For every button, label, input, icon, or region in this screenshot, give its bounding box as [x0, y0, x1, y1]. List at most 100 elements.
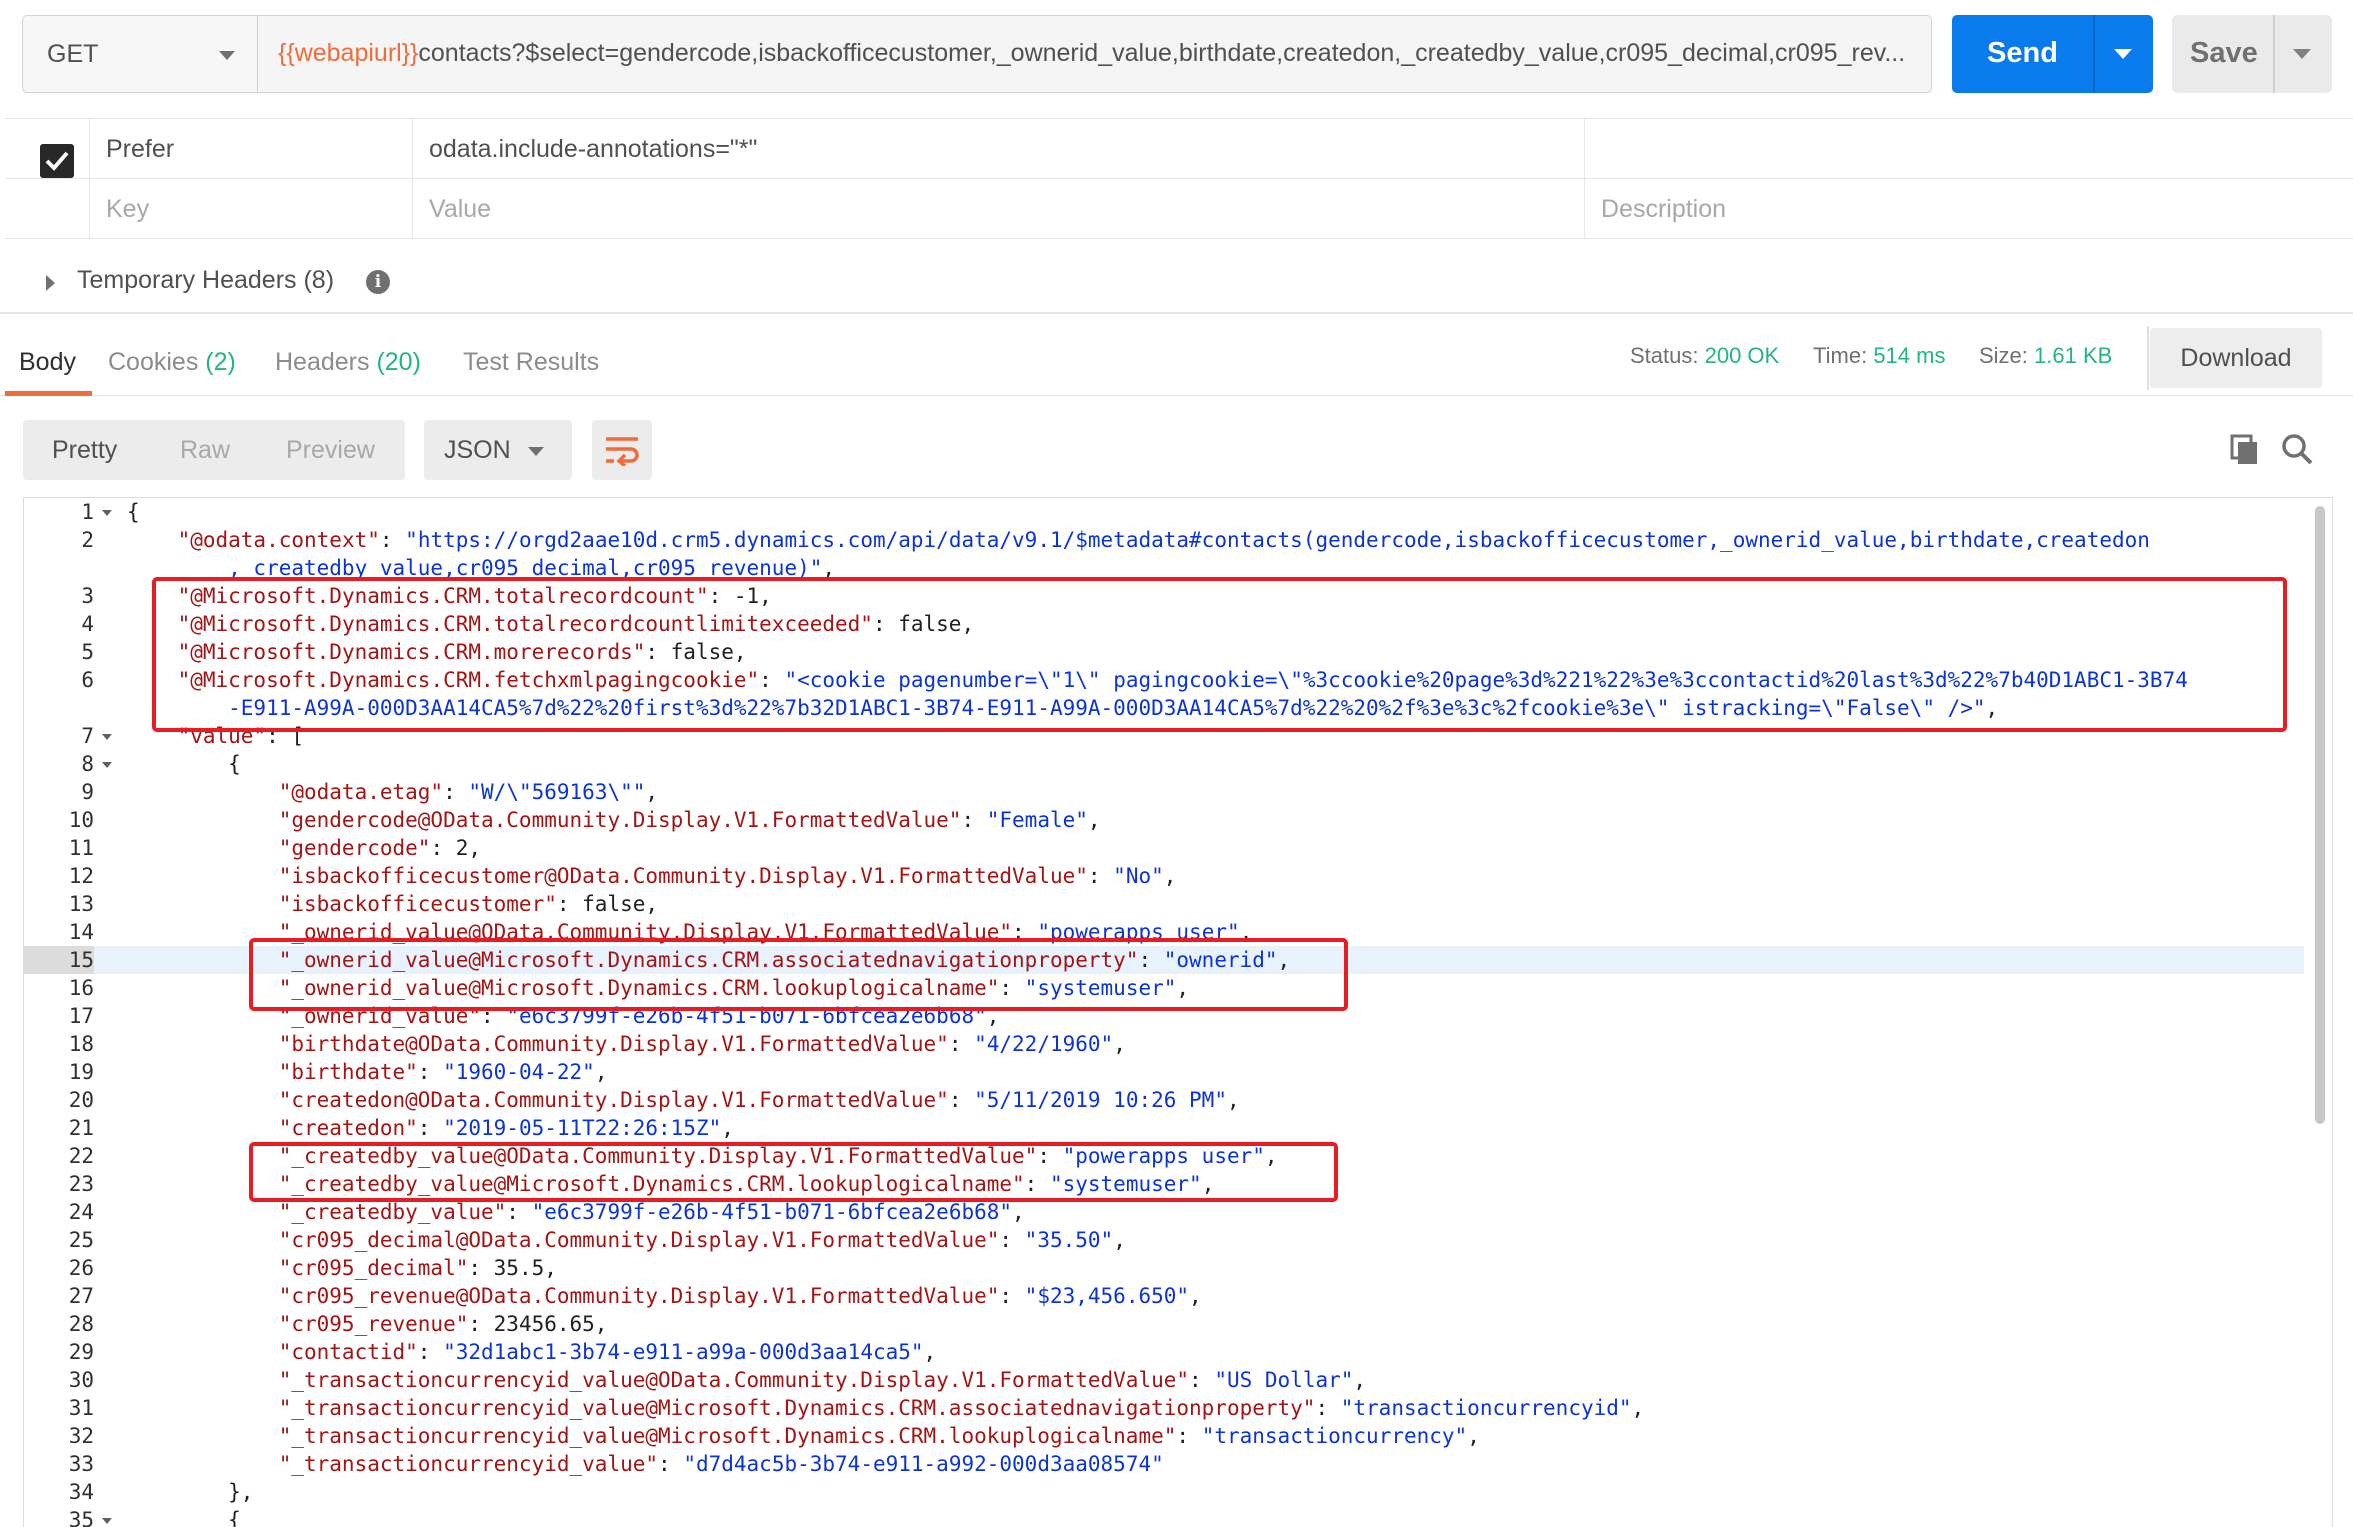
json-text: {	[127, 1508, 241, 1527]
json-text: :	[1315, 1396, 1341, 1420]
line-number: 1	[81, 500, 94, 524]
json-text	[127, 1200, 279, 1224]
description-input[interactable]: Description	[1585, 179, 2353, 239]
line-text: "cr095_decimal": 35.5,	[127, 1254, 557, 1282]
line-number: 6	[81, 668, 94, 692]
json-string: "5/11/2019 10:26 PM"	[974, 1088, 1227, 1112]
line-number: 5	[81, 640, 94, 664]
line-text: "birthdate": "1960-04-22",	[127, 1058, 608, 1086]
url-input[interactable]: {{webapiurl}}contacts?$select=gendercode…	[257, 15, 1932, 93]
line-number: 27	[68, 1284, 94, 1308]
line-number: 28	[68, 1312, 94, 1336]
tab-label: Cookies	[108, 348, 199, 376]
fold-toggle-icon[interactable]	[102, 510, 112, 516]
search-icon[interactable]	[2281, 433, 2313, 465]
key-input[interactable]: Key	[90, 179, 413, 239]
tab-headers[interactable]: Headers (20)	[275, 348, 421, 377]
method-select[interactable]: GET	[22, 15, 258, 93]
line-number: 34	[68, 1480, 94, 1504]
value-input[interactable]: Value	[413, 179, 1585, 239]
chevron-right-icon	[46, 275, 55, 291]
check-icon	[45, 151, 69, 171]
line-number: 12	[68, 864, 94, 888]
json-string: "https://orgd2aae10d.crm5.dynamics.com/a…	[405, 528, 2150, 552]
code-line: 13 "isbackofficecustomer": false,	[24, 890, 2304, 918]
tab-count: (2)	[205, 348, 236, 376]
wrap-lines-button[interactable]	[592, 420, 652, 480]
send-button[interactable]: Send	[1952, 15, 2153, 93]
line-number: 17	[68, 1004, 94, 1028]
code-line: 35 {	[24, 1506, 2304, 1527]
line-text: "gendercode": 2,	[127, 834, 481, 862]
divider	[0, 312, 2353, 314]
save-button[interactable]: Save	[2172, 15, 2332, 93]
pretty-button[interactable]: Pretty	[52, 436, 117, 465]
line-text: },	[127, 1478, 253, 1506]
save-options-chevron-icon[interactable]	[2293, 49, 2311, 59]
method-label: GET	[47, 40, 99, 68]
json-key: "gendercode"	[278, 836, 431, 860]
line-number: 24	[68, 1200, 94, 1224]
code-line: 29 "contactid": "32d1abc1-3b74-e911-a99a…	[24, 1338, 2304, 1366]
info-icon[interactable]: i	[366, 270, 390, 294]
tab-body[interactable]: Body	[19, 348, 76, 377]
fold-toggle-icon[interactable]	[102, 762, 112, 768]
json-key: "contactid"	[278, 1340, 418, 1364]
json-text: ,	[1189, 1284, 1202, 1308]
copy-icon[interactable]	[2230, 434, 2260, 466]
json-key: "_transactioncurrencyid_value"	[278, 1452, 659, 1476]
json-text: :	[658, 1452, 684, 1476]
tab-test-results[interactable]: Test Results	[463, 348, 599, 377]
code-line: 32 "_transactioncurrencyid_value@Microso…	[24, 1422, 2304, 1450]
send-options-chevron-icon[interactable]	[2114, 49, 2132, 59]
json-text: {	[127, 500, 140, 524]
json-text: :	[999, 1228, 1025, 1252]
line-number: 16	[68, 976, 94, 1000]
header-value[interactable]: odata.include-annotations="*"	[413, 119, 1585, 179]
raw-button[interactable]: Raw	[180, 436, 230, 465]
header-description[interactable]	[1585, 119, 2353, 179]
line-number: 19	[68, 1060, 94, 1084]
header-key[interactable]: Prefer	[90, 119, 413, 179]
code-line: 9 "@odata.etag": "W/\"569163\"",	[24, 778, 2304, 806]
header-enabled-checkbox[interactable]	[40, 144, 74, 178]
line-text: "cr095_revenue": 23456.65,	[127, 1310, 608, 1338]
preview-button[interactable]: Preview	[286, 436, 375, 465]
json-key: "createdon@OData.Community.Display.V1.Fo…	[278, 1088, 949, 1112]
json-text: {	[127, 752, 241, 776]
json-text: :	[961, 808, 987, 832]
json-string: "2019-05-11T22:26:15Z"	[443, 1116, 722, 1140]
json-text: ,	[645, 780, 659, 804]
line-text: "createdon": "2019-05-11T22:26:15Z",	[127, 1114, 734, 1142]
line-number: 2	[81, 528, 94, 552]
fold-toggle-icon[interactable]	[102, 1518, 112, 1524]
format-select[interactable]: JSON	[424, 420, 572, 480]
vertical-scrollbar[interactable]	[2315, 506, 2325, 1124]
highlight-box	[249, 938, 1348, 1011]
json-text	[127, 1032, 279, 1056]
fold-toggle-icon[interactable]	[102, 734, 112, 740]
json-key: "cr095_revenue@OData.Community.Display.V…	[278, 1284, 1000, 1308]
divider	[2147, 326, 2149, 390]
json-string: "transactioncurrencyid"	[1340, 1396, 1632, 1420]
line-number: 14	[68, 920, 94, 944]
json-text: },	[127, 1480, 254, 1504]
json-string: "e6c3799f-e26b-4f51-b071-6bfcea2e6b68"	[531, 1200, 1013, 1224]
json-text: ,	[1113, 1032, 1126, 1056]
chevron-down-icon	[528, 447, 544, 456]
code-line: 27 "cr095_revenue@OData.Community.Displa…	[24, 1282, 2304, 1310]
json-text: :	[506, 1200, 532, 1224]
json-text	[127, 528, 178, 552]
json-key: "cr095_revenue"	[278, 1312, 469, 1336]
download-button[interactable]: Download	[2150, 328, 2322, 388]
json-key: "cr095_decimal@OData.Community.Display.V…	[278, 1228, 1000, 1252]
json-text	[127, 1256, 279, 1280]
code-line: 28 "cr095_revenue": 23456.65,	[24, 1310, 2304, 1338]
line-number: 15	[24, 946, 94, 974]
tab-cookies[interactable]: Cookies (2)	[108, 348, 236, 377]
json-text	[127, 780, 279, 804]
temporary-headers-toggle[interactable]: Temporary Headers (8) i	[0, 256, 2353, 312]
line-text: "createdon@OData.Community.Display.V1.Fo…	[127, 1086, 1240, 1114]
code-line: 31 "_transactioncurrencyid_value@Microso…	[24, 1394, 2304, 1422]
line-text: "_transactioncurrencyid_value@Microsoft.…	[127, 1394, 1644, 1422]
